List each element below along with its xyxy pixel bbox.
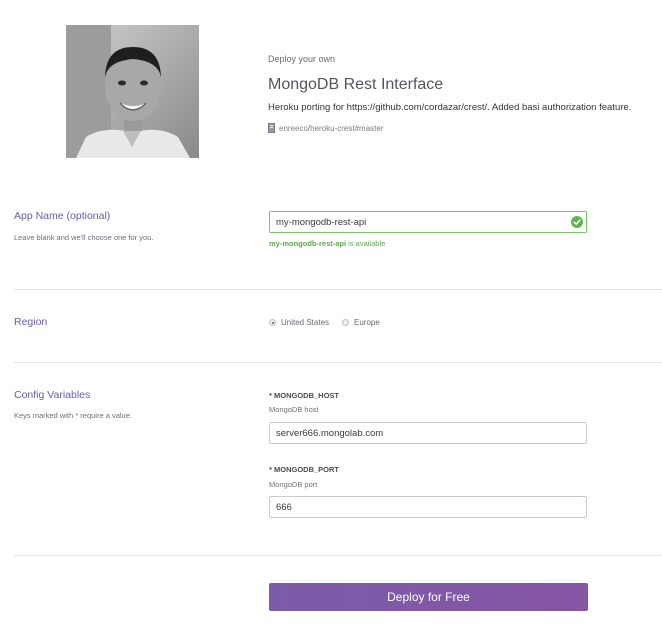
config-var-description: MongoDB port bbox=[269, 480, 318, 489]
user-photo-icon bbox=[66, 25, 199, 158]
availability-app-name: my-mongodb-rest-api bbox=[269, 239, 347, 248]
radio-selected[interactable] bbox=[269, 319, 276, 326]
region-label: Region bbox=[14, 316, 48, 328]
region-option-united-states[interactable]: United States bbox=[269, 318, 329, 327]
mongodb-port-input[interactable] bbox=[269, 496, 587, 518]
app-name-label: App Name (optional) bbox=[14, 210, 111, 222]
section-divider bbox=[14, 289, 662, 290]
section-divider bbox=[14, 362, 662, 363]
availability-suffix: is available bbox=[346, 239, 386, 248]
repo-icon bbox=[268, 123, 275, 133]
deploy-eyebrow: Deploy your own bbox=[268, 54, 336, 64]
check-circle-icon bbox=[571, 216, 583, 228]
config-label: Config Variables bbox=[14, 389, 91, 401]
availability-message: my-mongodb-rest-api is available bbox=[269, 239, 385, 248]
deploy-button[interactable]: Deploy for Free bbox=[269, 583, 588, 611]
mongodb-host-input[interactable] bbox=[269, 422, 587, 444]
config-var-name: * MONGODB_PORT bbox=[269, 465, 340, 474]
section-divider bbox=[14, 555, 662, 556]
config-hint: Keys marked with * require a value. bbox=[14, 411, 132, 420]
region-option-label: United States bbox=[281, 318, 330, 327]
region-option-europe[interactable]: Europe bbox=[342, 318, 380, 327]
radio-unselected[interactable] bbox=[342, 319, 349, 326]
app-name-hint: Leave blank and we'll choose one for you… bbox=[14, 233, 154, 242]
app-description: Heroku porting for https://github.com/co… bbox=[268, 102, 632, 113]
app-name-input[interactable] bbox=[269, 211, 587, 233]
avatar bbox=[66, 25, 199, 158]
region-option-label: Europe bbox=[354, 318, 380, 327]
config-var-name: * MONGODB_HOST bbox=[269, 391, 340, 400]
repo-link[interactable]: enreeco/heroku-crest#master bbox=[268, 123, 384, 133]
repo-label: enreeco/heroku-crest#master bbox=[279, 123, 384, 133]
config-var-description: MongoDB host bbox=[269, 405, 319, 414]
app-title: MongoDB Rest Interface bbox=[268, 76, 444, 93]
